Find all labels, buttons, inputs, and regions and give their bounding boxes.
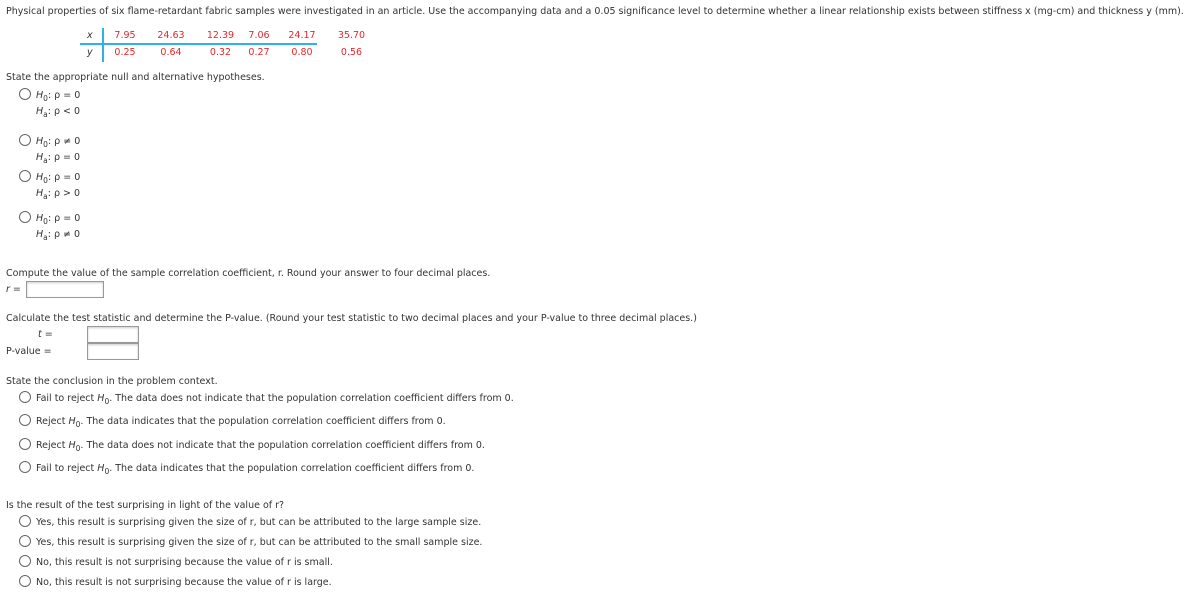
conclusion-option[interactable]: Reject H0. The data does not indicate th… (19, 438, 485, 452)
x-label: x (87, 30, 93, 41)
table-vertical-divider (102, 28, 104, 62)
hypothesis-option[interactable]: H0: ρ = 0 (19, 170, 81, 184)
conclusion-option[interactable]: Fail to reject H0. The data does not ind… (19, 391, 514, 405)
x-value: 7.06 (248, 30, 270, 41)
h0-text: ρ ≠ 0 (54, 136, 81, 147)
r-input[interactable] (26, 281, 104, 298)
ha-text: ρ = 0 (54, 152, 81, 163)
q4-prompt: State the conclusion in the problem cont… (6, 376, 218, 387)
x-value: 35.70 (337, 30, 366, 41)
ha-line: Ha: ρ > 0 (36, 188, 81, 201)
intro-text: Physical properties of six flame-retarda… (6, 6, 1184, 17)
x-value: 24.17 (288, 30, 316, 41)
surprise-option[interactable]: Yes, this result is surprising given the… (19, 515, 481, 528)
p-value-input[interactable] (87, 343, 139, 360)
h0-text: ρ = 0 (54, 90, 81, 101)
x-value: 24.63 (157, 30, 185, 41)
x-value: 12.39 (206, 30, 235, 41)
option-text: No, this result is not surprising becaus… (36, 557, 333, 568)
hypothesis-option[interactable]: H0: ρ ≠ 0 (19, 134, 81, 148)
radio-button[interactable] (19, 461, 31, 473)
q1-prompt: State the appropriate null and alternati… (6, 72, 265, 83)
option-text: . The data does not indicate that the po… (80, 440, 485, 451)
y-row: 0.25 0.64 0.32 0.27 0.80 0.56 (106, 47, 374, 58)
y-value: 0.27 (248, 47, 270, 58)
radio-button[interactable] (19, 575, 31, 587)
radio-button[interactable] (19, 391, 31, 403)
option-lead: Reject (36, 440, 66, 451)
option-text: . The data does not indicate that the po… (109, 393, 514, 404)
radio-button[interactable] (19, 535, 31, 547)
ha-line: Ha: ρ = 0 (36, 152, 81, 165)
option-text: . The data indicates that the population… (109, 463, 475, 474)
surprise-option[interactable]: No, this result is not surprising becaus… (19, 555, 333, 568)
y-value: 0.80 (291, 47, 313, 58)
y-value: 0.25 (114, 47, 136, 58)
option-lead: Reject (36, 416, 66, 427)
radio-button[interactable] (19, 515, 31, 527)
option-text: No, this result is not surprising becaus… (36, 577, 332, 588)
option-text: Yes, this result is surprising given the… (36, 537, 483, 548)
radio-button[interactable] (19, 555, 31, 567)
conclusion-option[interactable]: Reject H0. The data indicates that the p… (19, 414, 446, 428)
hypothesis-option[interactable]: H0: ρ = 0 (19, 211, 81, 225)
q3-prompt: Calculate the test statistic and determi… (6, 313, 697, 324)
radio-button[interactable] (19, 170, 31, 182)
h0-text: ρ = 0 (54, 172, 81, 183)
radio-button[interactable] (19, 211, 31, 223)
hypothesis-option[interactable]: H0: ρ = 0 (19, 88, 81, 102)
q5-prompt: Is the result of the test surprising in … (6, 500, 285, 511)
y-value: 0.64 (160, 47, 182, 58)
p-value-label: P-value = (6, 346, 52, 357)
option-text: . The data indicates that the population… (80, 416, 446, 427)
r-label: r = (6, 284, 21, 295)
x-value: 7.95 (114, 30, 136, 41)
ha-line: Ha: ρ ≠ 0 (36, 229, 81, 242)
ha-line: Ha: ρ < 0 (36, 106, 81, 119)
t-input[interactable] (87, 326, 139, 343)
ha-text: ρ > 0 (54, 188, 81, 199)
y-value: 0.32 (209, 47, 232, 58)
ha-text: ρ < 0 (54, 106, 81, 117)
radio-button[interactable] (19, 414, 31, 426)
option-lead: Fail to reject (36, 463, 95, 474)
y-label: y (87, 47, 93, 58)
conclusion-option[interactable]: Fail to reject H0. The data indicates th… (19, 461, 475, 475)
q2-prompt: Compute the value of the sample correlat… (6, 268, 491, 279)
radio-button[interactable] (19, 134, 31, 146)
option-lead: Fail to reject (36, 393, 95, 404)
table-divider (80, 43, 317, 45)
y-value: 0.56 (340, 47, 363, 58)
option-text: Yes, this result is surprising given the… (36, 517, 482, 528)
radio-button[interactable] (19, 438, 31, 450)
surprise-option[interactable]: Yes, this result is surprising given the… (19, 535, 482, 548)
x-row: 7.95 24.63 12.39 7.06 24.17 35.70 (106, 30, 374, 41)
t-label: t = (38, 329, 53, 340)
h0-text: ρ = 0 (54, 213, 81, 224)
radio-button[interactable] (19, 88, 31, 100)
surprise-option[interactable]: No, this result is not surprising becaus… (19, 575, 332, 588)
ha-text: ρ ≠ 0 (54, 229, 81, 240)
